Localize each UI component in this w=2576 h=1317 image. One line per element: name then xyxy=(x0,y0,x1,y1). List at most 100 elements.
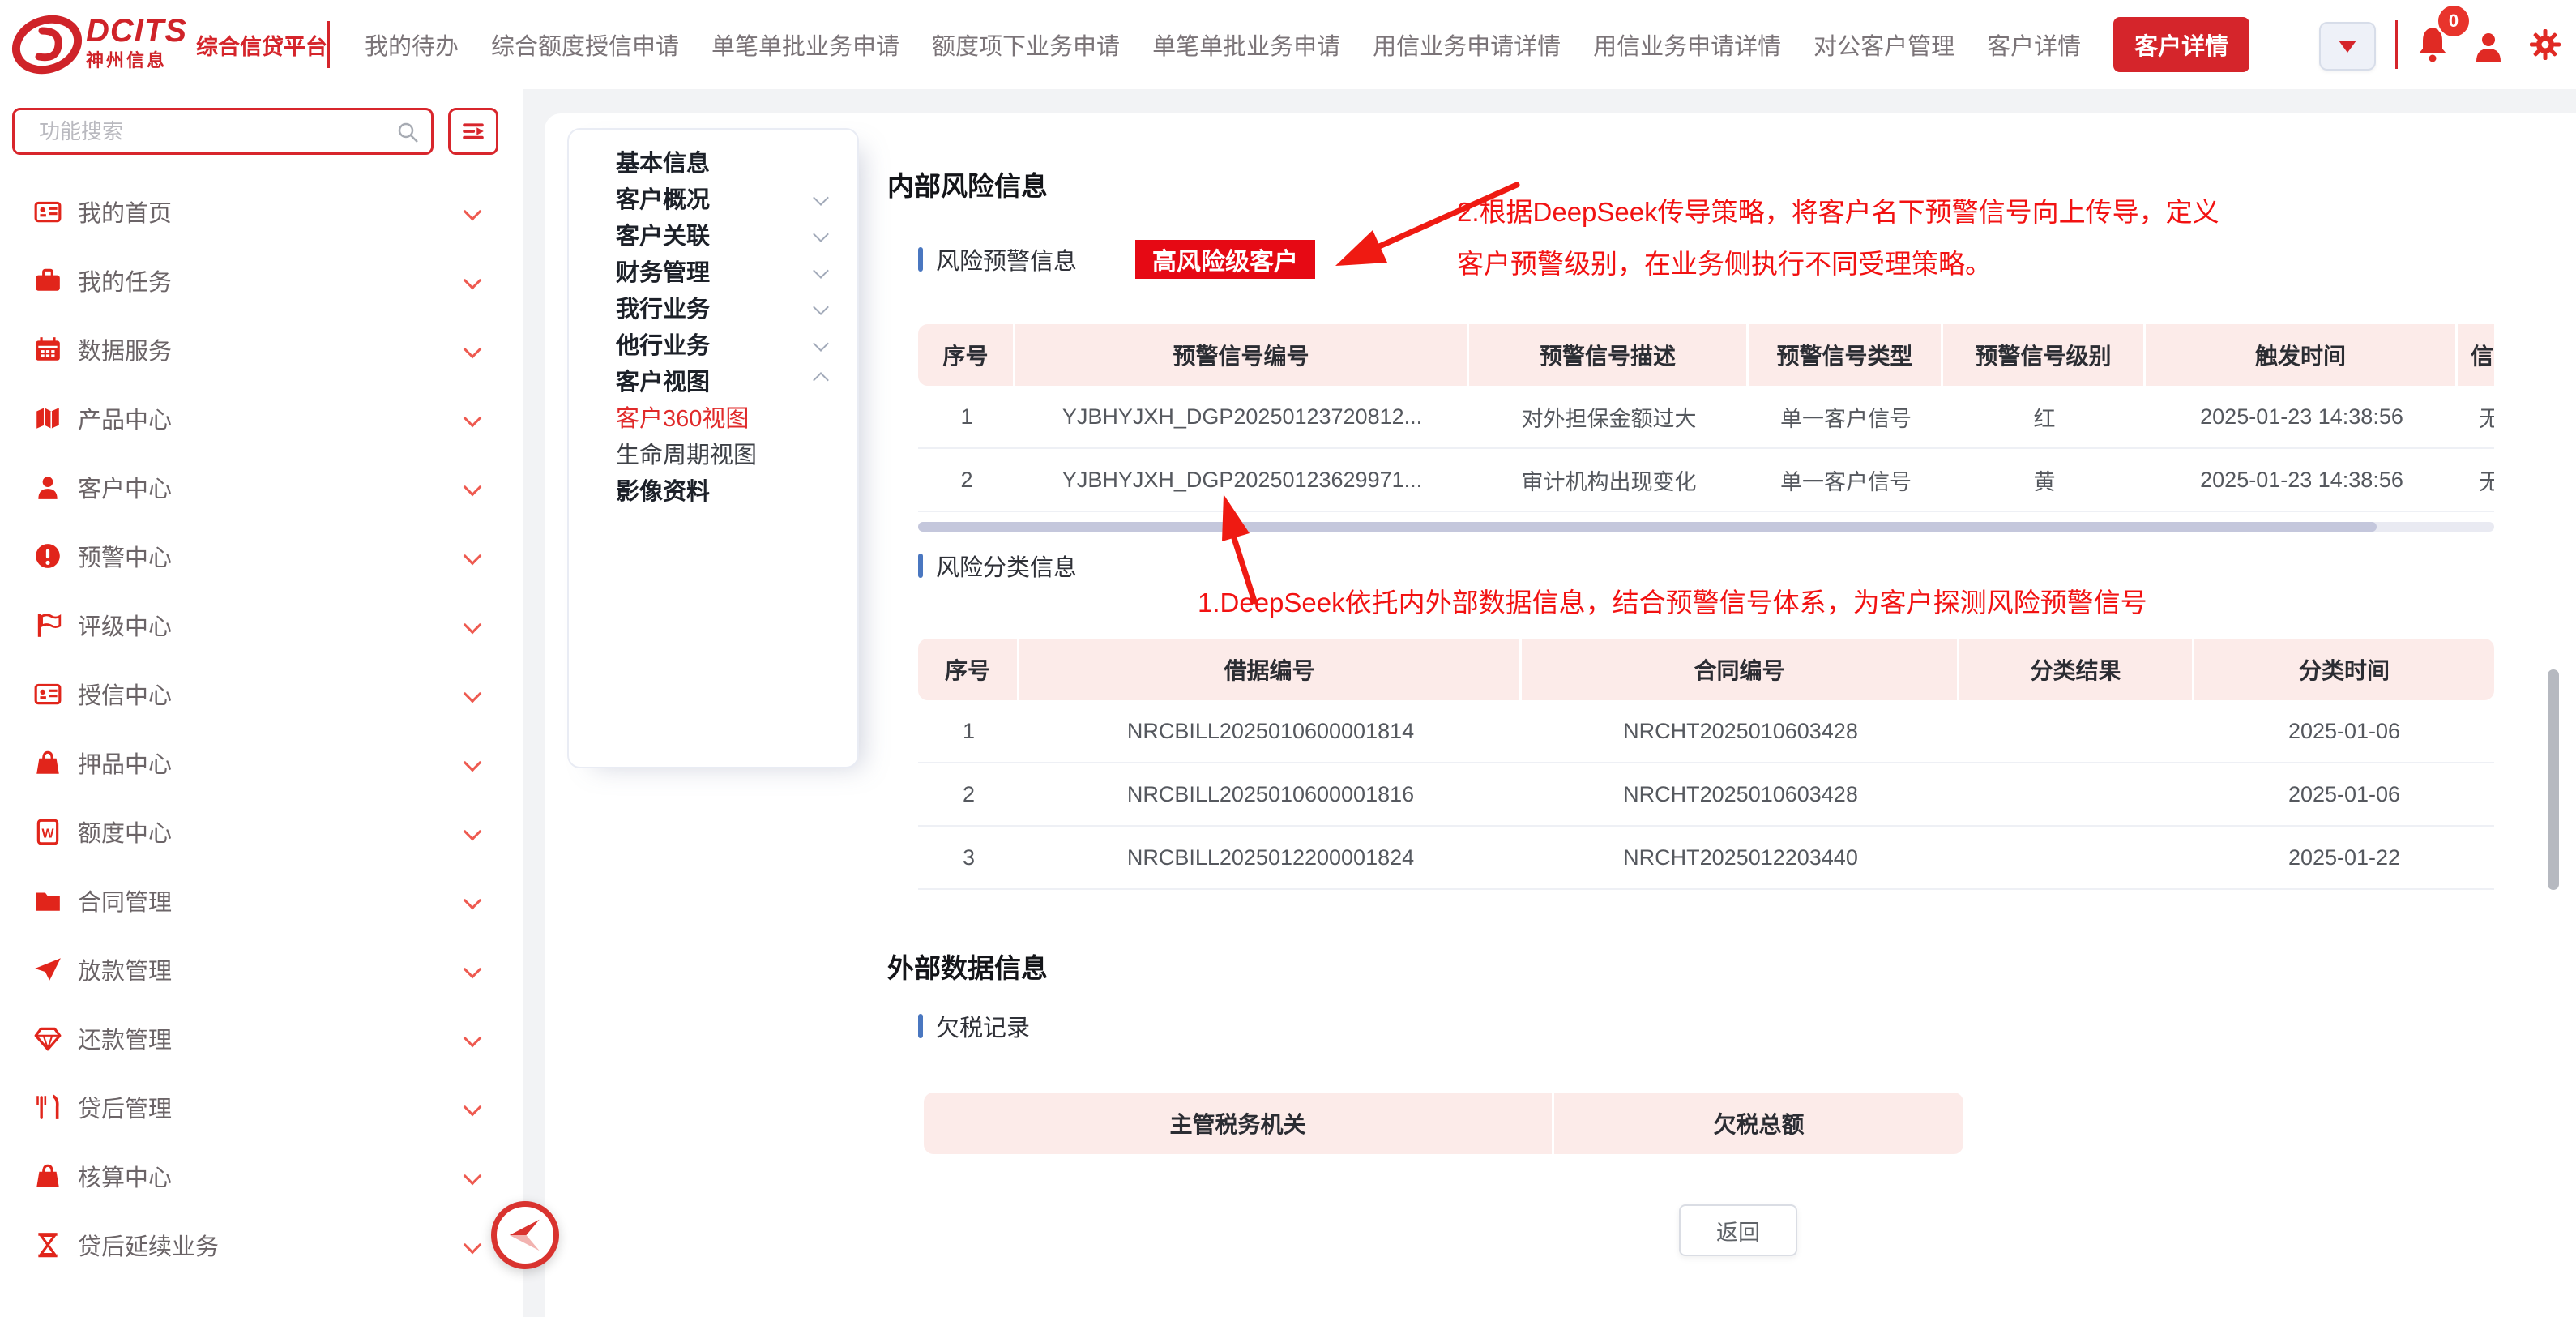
annotation-bottom: 1.DeepSeek依托内外部数据信息，结合预警信号体系，为客户探测风险预警信号 xyxy=(1198,577,2147,629)
table-row[interactable]: 2YJBHYJXH_DGP20250123629971...审计机构出现变化单一… xyxy=(918,449,2494,512)
chevron-down-icon xyxy=(813,263,829,279)
sidebar-item[interactable]: 数据服务 xyxy=(0,314,523,383)
sidebar-item[interactable]: 押品中心 xyxy=(0,728,523,797)
topnav-item[interactable]: 额度项下业务申请 xyxy=(932,28,1120,62)
section-bar xyxy=(918,1014,923,1038)
topnav-item[interactable]: 单笔单批业务申请 xyxy=(711,28,899,62)
annotation-top: 2.根据DeepSeek传导策略，将客户名下预警信号向上传导，定义 客户预警级别… xyxy=(1457,186,2219,290)
subnav-item[interactable]: 客户关联 xyxy=(569,216,857,252)
subnav-item[interactable]: 他行业务 xyxy=(569,325,857,361)
sidebar-item-label: 贷后管理 xyxy=(78,1090,172,1124)
tabs-dropdown-button[interactable] xyxy=(2319,22,2376,71)
horizontal-scrollbar-thumb[interactable] xyxy=(918,522,2377,532)
subnav-item-label: 客户关联 xyxy=(616,217,710,251)
subnav-item-label: 生命周期视图 xyxy=(616,436,757,470)
vertical-scrollbar-thumb[interactable] xyxy=(2548,669,2559,890)
table-cell: 2025-01-23 14:38:56 xyxy=(2146,468,2458,493)
table-header-cell: 主管税务机关 xyxy=(924,1093,1554,1154)
settings-gear-icon[interactable] xyxy=(2528,28,2562,66)
horizontal-scrollbar-track[interactable] xyxy=(918,522,2494,532)
table-header-cell: 预警信号编号 xyxy=(1015,324,1469,386)
sidebar-item-label: 我的任务 xyxy=(78,263,172,297)
sidebar-item-label: 我的首页 xyxy=(78,195,172,229)
sidebar-item[interactable]: 贷后管理 xyxy=(0,1072,523,1141)
sidebar-item-label: 核算中心 xyxy=(78,1159,172,1193)
chevron-down-icon xyxy=(813,226,829,242)
sidebar-item[interactable]: 放款管理 xyxy=(0,934,523,1003)
subnav-item[interactable]: 我行业务 xyxy=(569,289,857,325)
table-row[interactable]: 2NRCBILL2025010600001816NRCHT20250106034… xyxy=(918,763,2494,827)
subnav-item[interactable]: 客户视图 xyxy=(569,361,857,398)
table-cell: 2025-01-22 xyxy=(2194,845,2494,870)
table-cell: 2 xyxy=(918,468,1015,493)
chevron-down-icon xyxy=(813,190,829,206)
sidebar-item[interactable]: 产品中心 xyxy=(0,383,523,452)
back-button[interactable]: 返回 xyxy=(1679,1204,1797,1256)
search-input[interactable] xyxy=(37,110,389,152)
sidebar-item-label: 预警中心 xyxy=(78,539,172,573)
tax-arrears-section-title: 欠税记录 xyxy=(936,1009,1030,1043)
sidebar-item[interactable]: 我的任务 xyxy=(0,246,523,314)
sidebar-item[interactable]: 贷后延续业务 xyxy=(0,1210,523,1279)
table-cell: 2025-01-06 xyxy=(2194,719,2494,744)
sidebar-item[interactable]: 还款管理 xyxy=(0,1003,523,1072)
svg-text:W: W xyxy=(42,827,54,840)
table-cell: 红 xyxy=(1943,401,2146,433)
sidebar-item[interactable]: 核算中心 xyxy=(0,1141,523,1210)
sidebar-item[interactable]: 评级中心 xyxy=(0,590,523,659)
table-cell: 3 xyxy=(918,845,1019,870)
sidebar-item-label: 产品中心 xyxy=(78,401,172,435)
sidebar-item-label: 额度中心 xyxy=(78,815,172,849)
customer-subnav-panel: 基本信息客户概况客户关联财务管理我行业务他行业务客户视图客户360视图生命周期视… xyxy=(567,128,859,768)
table-cell: YJBHYJXH_DGP20250123720812... xyxy=(1015,404,1469,430)
user-profile-icon[interactable] xyxy=(2473,31,2504,67)
topnav-item[interactable]: 用信业务申请详情 xyxy=(1593,28,1781,62)
chevron-down-icon xyxy=(464,271,482,289)
sidebar-item[interactable]: 我的首页 xyxy=(0,177,523,246)
sidebar-item[interactable]: 客户中心 xyxy=(0,452,523,521)
topnav-item[interactable]: 单笔单批业务申请 xyxy=(1152,28,1340,62)
chevron-down-icon xyxy=(464,1235,482,1254)
sidebar-item-label: 合同管理 xyxy=(78,883,172,917)
sidebar-collapse-button[interactable] xyxy=(491,1201,559,1269)
sidebar-item[interactable]: W 额度中心 xyxy=(0,797,523,866)
chevron-down-icon xyxy=(464,408,482,427)
annotation-top-line2: 客户预警级别，在业务侧执行不同受理策略。 xyxy=(1457,238,2219,290)
search-icon xyxy=(395,120,420,148)
gem-icon xyxy=(32,1023,63,1054)
topnav-item-active[interactable]: 客户详情 xyxy=(2113,17,2249,72)
risk-warning-section-title: 风险预警信息 xyxy=(936,242,1077,276)
table-row[interactable]: 3NRCBILL2025012200001824NRCHT20250122034… xyxy=(918,827,2494,890)
subnav-item[interactable]: 基本信息 xyxy=(569,143,857,179)
table-cell: 1 xyxy=(918,719,1019,744)
table-cell: 2025-01-23 14:38:56 xyxy=(2146,404,2458,430)
table-header-row: 序号预警信号编号预警信号描述预警信号类型预警信号级别触发时间信 xyxy=(918,324,2494,386)
sidebar-item[interactable]: 预警中心 xyxy=(0,521,523,590)
subnav-item[interactable]: 客户概况 xyxy=(569,179,857,216)
table-header-cell: 信 xyxy=(2458,324,2494,386)
chevron-down-icon xyxy=(464,753,482,772)
subnav-item[interactable]: 财务管理 xyxy=(569,252,857,289)
sidebar-item[interactable]: 授信中心 xyxy=(0,659,523,728)
topnav-item[interactable]: 客户详情 xyxy=(1987,28,2081,62)
topnav-item[interactable]: 用信业务申请详情 xyxy=(1373,28,1561,62)
sidebar-item-label: 客户中心 xyxy=(78,470,172,504)
subnav-item[interactable]: 客户360视图 xyxy=(569,398,857,434)
topnav-item[interactable]: 我的待办 xyxy=(365,28,459,62)
table-row[interactable]: 1NRCBILL2025010600001814NRCHT20250106034… xyxy=(918,700,2494,763)
table-cell: NRCHT2025010603428 xyxy=(1522,782,1959,807)
chevron-down-icon xyxy=(813,336,829,352)
topnav-item[interactable]: 综合额度授信申请 xyxy=(491,28,679,62)
table-cell: 无 xyxy=(2458,401,2494,433)
subnav-item[interactable]: 生命周期视图 xyxy=(569,434,857,471)
sidebar-item[interactable]: 合同管理 xyxy=(0,866,523,934)
briefcase-icon xyxy=(32,265,63,296)
file-word-icon: W xyxy=(32,816,63,847)
topnav-item[interactable]: 对公客户管理 xyxy=(1813,28,1954,62)
chevron-down-icon xyxy=(464,1097,482,1116)
table-header-row: 主管税务机关欠税总额 xyxy=(924,1093,1963,1154)
alert-circle-icon xyxy=(32,541,63,571)
menu-filter-button[interactable] xyxy=(448,108,498,155)
table-row[interactable]: 1YJBHYJXH_DGP20250123720812...对外担保金额过大单一… xyxy=(918,386,2494,449)
subnav-item[interactable]: 影像资料 xyxy=(569,471,857,507)
